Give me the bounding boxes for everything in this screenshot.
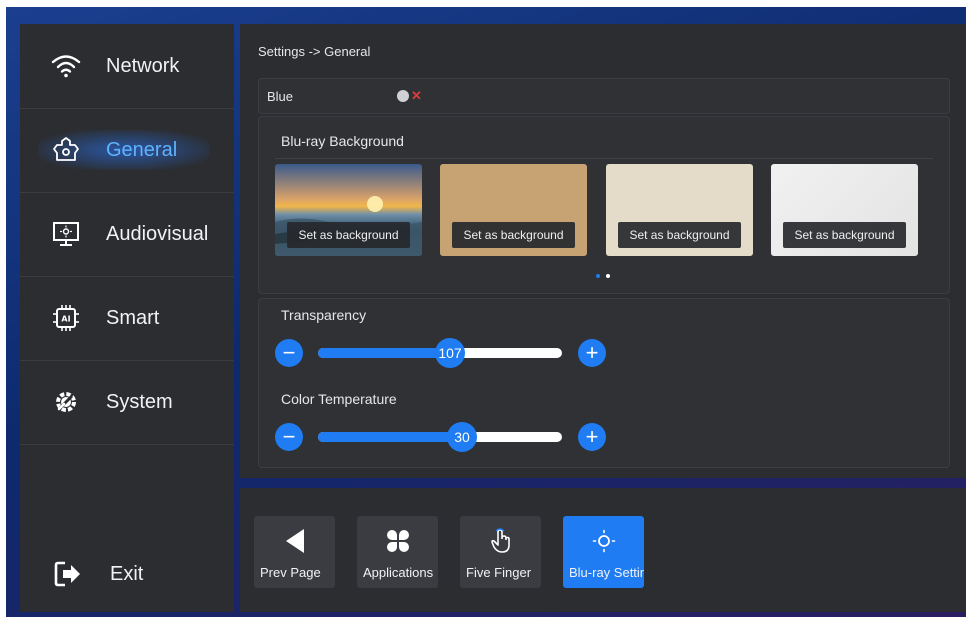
sidebar-item-label: Audiovisual [106, 222, 209, 245]
monitor-icon [50, 218, 82, 250]
slider-card: Transparency − 107 + Color Temperature −… [258, 298, 950, 468]
off-x-icon: ✕ [411, 88, 422, 103]
desktop-background: Network General Audiovisual AI Smart Sys… [6, 7, 966, 617]
set-as-background-button[interactable]: Set as background [287, 222, 410, 248]
ai-chip-icon: AI [50, 302, 82, 334]
slider-fill [318, 348, 450, 358]
transparency-decrease-button[interactable]: − [275, 339, 303, 367]
prev-page-button[interactable]: Prev Page [254, 516, 335, 588]
general-settings-icon [50, 134, 82, 166]
exit-icon [52, 558, 84, 590]
sidebar-item-label: Network [106, 54, 180, 77]
svg-text:AI: AI [61, 315, 70, 324]
sidebar-item-label: System [106, 390, 173, 413]
dock-item-label: Applications [363, 565, 434, 580]
applications-button[interactable]: Applications [357, 516, 438, 588]
transparency-increase-button[interactable]: + [578, 339, 606, 367]
sidebar: Network General Audiovisual AI Smart Sys… [20, 24, 234, 612]
divider [275, 158, 933, 159]
page-dot[interactable] [606, 274, 610, 278]
blu-ray-settings-button[interactable]: Blu-ray Settings [563, 516, 644, 588]
background-card: Blu-ray Background Set as background Set… [258, 116, 950, 294]
background-thumbnail-beige[interactable]: Set as background [606, 164, 753, 256]
hand-pointer-icon [460, 526, 541, 556]
settings-panel: Settings -> General Blue ✕ Blu-ray Backg… [240, 24, 966, 478]
dock-item-label: Five Finger [466, 565, 532, 580]
sidebar-item-smart[interactable]: AI Smart [20, 276, 234, 361]
set-as-background-button[interactable]: Set as background [618, 222, 741, 248]
slider-handle[interactable]: 30 [447, 422, 477, 452]
five-finger-button[interactable]: Five Finger [460, 516, 541, 588]
blue-setting-row: Blue ✕ [258, 78, 950, 114]
dock-item-label: Prev Page [260, 565, 321, 580]
set-as-background-button[interactable]: Set as background [783, 222, 906, 248]
color-temperature-slider[interactable]: 30 [318, 422, 562, 452]
sidebar-item-network[interactable]: Network [20, 24, 234, 109]
slider-fill [318, 432, 462, 442]
apps-clover-icon [357, 526, 438, 556]
back-triangle-icon [254, 526, 335, 556]
sidebar-item-label: Smart [106, 306, 160, 329]
system-gear-icon [50, 386, 82, 418]
sidebar-item-general[interactable]: General [20, 108, 234, 193]
transparency-label: Transparency [281, 307, 367, 323]
blue-label: Blue [267, 88, 294, 104]
transparency-slider[interactable]: 107 [318, 338, 562, 368]
page-indicator [596, 274, 610, 278]
sidebar-item-system[interactable]: System [20, 360, 234, 445]
set-as-background-button[interactable]: Set as background [452, 222, 575, 248]
exit-label: Exit [110, 562, 144, 585]
wifi-icon [50, 50, 82, 82]
color-temperature-increase-button[interactable]: + [578, 423, 606, 451]
dock-item-label: Blu-ray Settings [569, 565, 644, 580]
breadcrumb: Settings -> General [258, 44, 371, 59]
bottom-dock: Prev Page Applications Five Finger Blu-r… [240, 488, 966, 612]
toggle-knob [397, 90, 409, 102]
background-thumbnail-white[interactable]: Set as background [771, 164, 918, 256]
sidebar-item-label: General [106, 138, 178, 161]
background-title: Blu-ray Background [281, 133, 404, 149]
brightness-icon [563, 526, 644, 556]
page-dot-active[interactable] [596, 274, 600, 278]
color-temperature-decrease-button[interactable]: − [275, 423, 303, 451]
background-thumbnail-kraft[interactable]: Set as background [440, 164, 587, 256]
slider-handle[interactable]: 107 [435, 338, 465, 368]
exit-button[interactable]: Exit [20, 544, 234, 604]
blue-toggle[interactable]: ✕ [397, 88, 422, 103]
color-temperature-label: Color Temperature [281, 391, 397, 407]
sidebar-item-audiovisual[interactable]: Audiovisual [20, 192, 234, 277]
background-thumbnail-sunset[interactable]: Set as background [275, 164, 422, 256]
